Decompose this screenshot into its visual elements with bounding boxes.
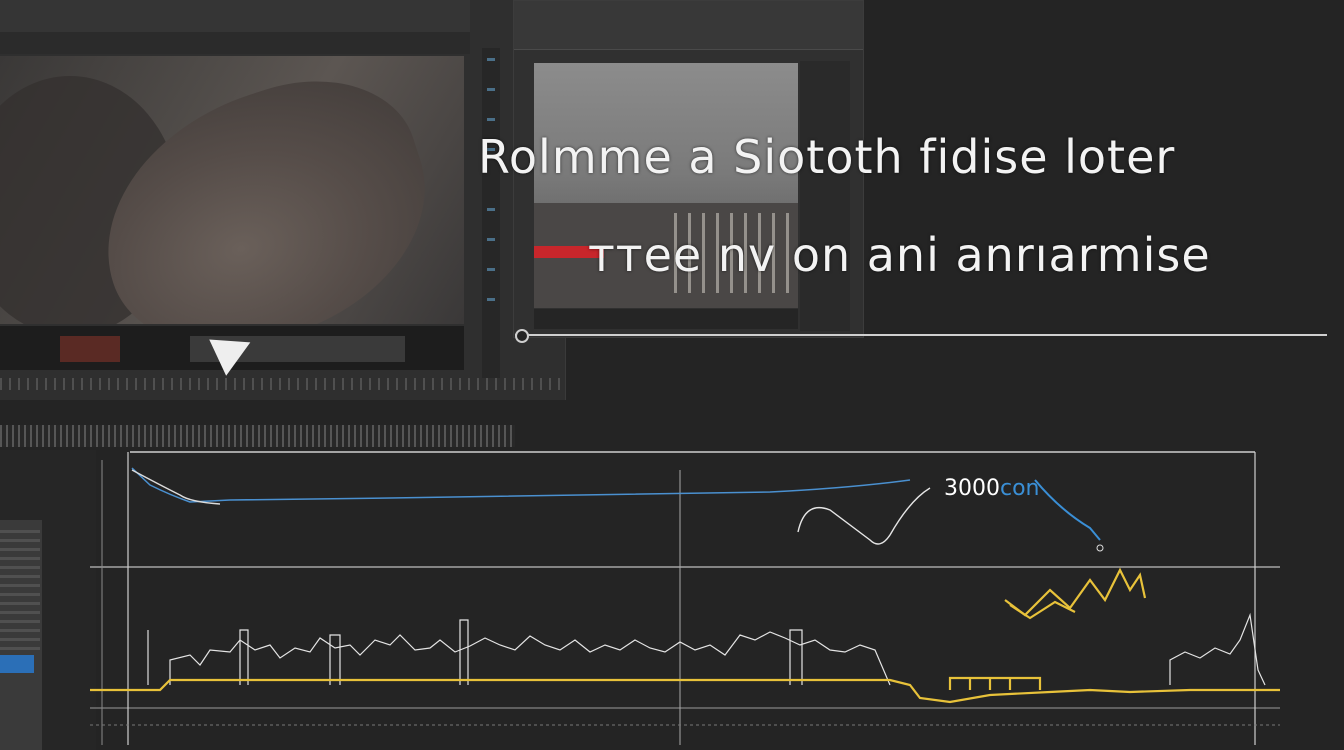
tool-icon[interactable] — [487, 298, 495, 301]
tool-icon[interactable] — [487, 118, 495, 121]
tool-icon[interactable] — [487, 268, 495, 271]
track-rows[interactable] — [0, 530, 40, 650]
source-video-viewer[interactable] — [0, 56, 464, 324]
monitor-tool-column[interactable] — [482, 48, 500, 378]
waveform-graph[interactable] — [90, 440, 1290, 750]
graph-readout: 3000con — [944, 476, 1040, 501]
overlay-headline-line-1: Rolmme a Siototh fidise loter — [478, 130, 1176, 184]
program-monitor-toolbar[interactable] — [514, 1, 863, 50]
readout-value: 3000 — [944, 476, 1000, 501]
blue-envelope — [131, 467, 911, 503]
source-monitor-toolbar[interactable] — [0, 0, 470, 33]
white-waveform — [169, 612, 1266, 686]
source-monitor-panel — [0, 0, 566, 400]
white-spike — [797, 487, 931, 545]
playhead-knob-icon[interactable] — [515, 329, 529, 343]
program-side-panel[interactable] — [800, 61, 850, 331]
overlay-headline-line-2: ттее nv on ani anrıarmise — [588, 228, 1211, 282]
white-envelope — [131, 469, 221, 505]
spike-node — [1096, 544, 1104, 552]
tool-icon[interactable] — [487, 238, 495, 241]
blue-spike — [1034, 479, 1101, 541]
program-transport-bar[interactable] — [534, 309, 798, 329]
tool-icon[interactable] — [487, 208, 495, 211]
tool-icon[interactable] — [487, 88, 495, 91]
thumbnail-clip[interactable] — [60, 336, 120, 362]
yellow-waveform — [90, 567, 1280, 704]
tool-icon[interactable] — [487, 58, 495, 61]
scrub-line[interactable] — [515, 334, 1327, 336]
readout-suffix: con — [1000, 476, 1040, 501]
source-time-ruler[interactable] — [0, 378, 565, 390]
selected-track[interactable] — [0, 655, 34, 673]
source-monitor-subbar — [0, 32, 470, 54]
